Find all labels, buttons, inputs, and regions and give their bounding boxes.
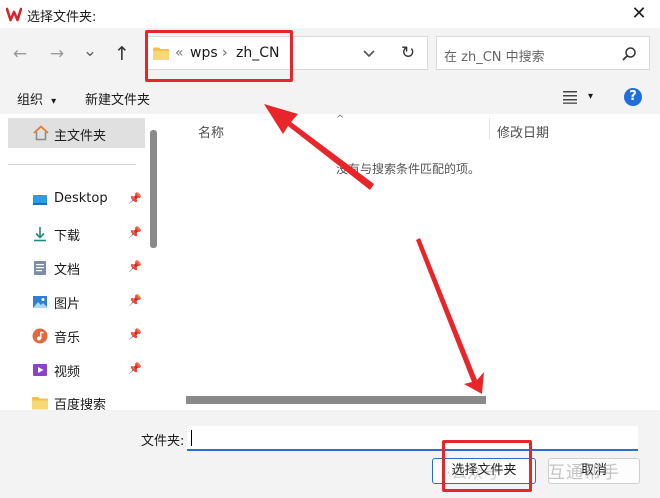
annotation-arrow-select: [416, 238, 484, 394]
annotation-arrow-address: [264, 104, 374, 190]
annotation-arrows: [264, 104, 484, 394]
